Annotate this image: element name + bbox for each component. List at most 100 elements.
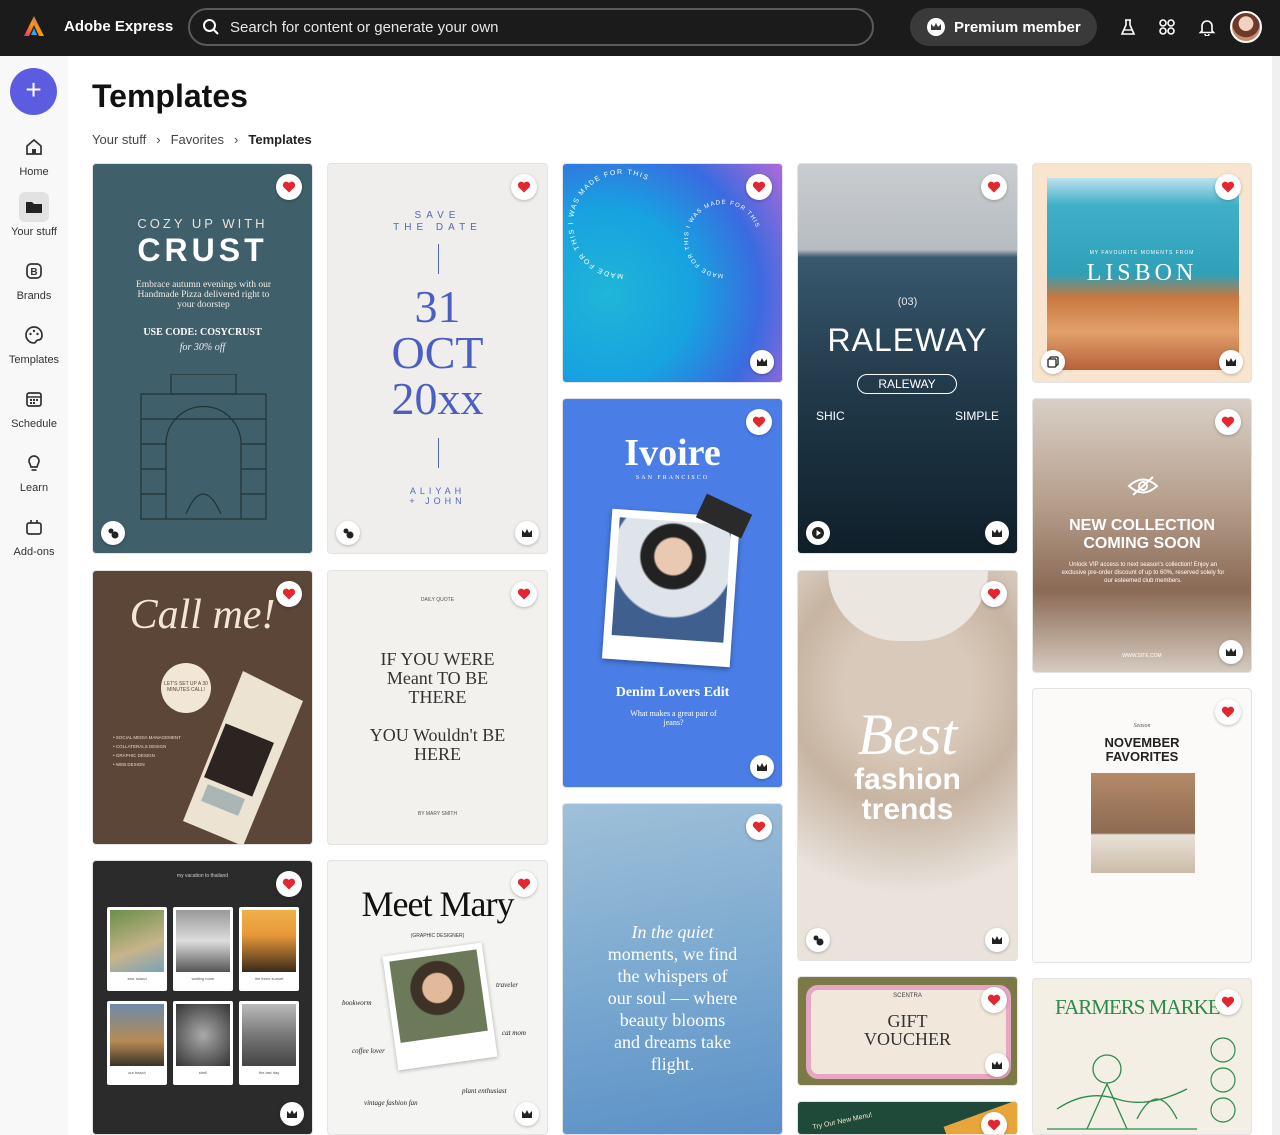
photo-caption: shell <box>198 1070 208 1075</box>
photo-frame: the last day <box>239 1001 299 1085</box>
ivoire-body: What makes a great pair of jeans? <box>630 709 717 727</box>
addons-icon <box>19 512 49 542</box>
save-name2: + JOHN <box>409 496 466 506</box>
search-placeholder: Search for content or generate your own <box>230 18 499 36</box>
template-card-raleway[interactable]: (03) RALEWAY RALEWAY SHIC SIMPLE <box>797 163 1018 554</box>
template-card-lisbon[interactable]: MY FAVOURITE MOMENTS FROM LISBON <box>1032 163 1252 383</box>
photo-caption: sea. island <box>127 976 147 981</box>
bell-icon[interactable] <box>1196 16 1218 38</box>
favorite-heart-button[interactable] <box>746 814 772 840</box>
favorite-heart-button[interactable] <box>981 1112 1007 1134</box>
november-line2: FAVORITES <box>1105 749 1179 764</box>
svg-text:B: B <box>30 267 37 278</box>
quote-line5: HERE <box>414 744 461 764</box>
heart-icon <box>987 588 1001 600</box>
sidebar-item-templates[interactable]: Templates <box>0 320 68 366</box>
favorite-heart-button[interactable] <box>746 409 772 435</box>
favorite-heart-button[interactable] <box>746 174 772 200</box>
apps-grid-icon[interactable] <box>1156 16 1178 38</box>
sidebar-label-learn: Learn <box>19 482 49 494</box>
adobe-express-logo[interactable] <box>22 14 46 38</box>
favorite-heart-button[interactable] <box>1215 699 1241 725</box>
template-card-thailand[interactable]: my vacation to thailand sea. island wait… <box>92 860 313 1135</box>
flask-icon[interactable] <box>1117 16 1139 38</box>
template-card-farmers-market[interactable]: FARMERS MARKET <box>1032 978 1252 1135</box>
save-month: OCT <box>391 327 484 378</box>
sidebar-item-home[interactable]: Home <box>0 132 68 178</box>
favorite-heart-button[interactable] <box>276 871 302 897</box>
photo-frame: waiting room <box>173 907 233 991</box>
quiet-line6: and dreams take <box>614 1032 731 1052</box>
search-icon <box>203 19 219 35</box>
sidebar-item-brands[interactable]: B Brands <box>0 256 68 302</box>
template-card-made-for-this[interactable]: MADE FOR THIS I WAS MADE FOR THIS MADE FO… <box>562 163 783 383</box>
premium-crown-badge-icon <box>515 1102 539 1126</box>
premium-crown-badge-icon <box>985 1053 1009 1077</box>
chevron-right-icon: › <box>234 132 239 147</box>
favorite-heart-button[interactable] <box>511 174 537 200</box>
template-card-new-menu[interactable]: Try Our New Menu! <box>797 1101 1018 1135</box>
heart-icon <box>282 181 296 193</box>
app-name[interactable]: Adobe Express <box>64 18 173 35</box>
sidebar-item-add-ons[interactable]: Add-ons <box>0 512 68 558</box>
favorite-heart-button[interactable] <box>511 871 537 897</box>
user-avatar[interactable] <box>1230 11 1262 43</box>
premium-member-button[interactable]: Premium member <box>910 8 1097 46</box>
favorite-heart-button[interactable] <box>276 174 302 200</box>
divider <box>438 438 439 468</box>
quote-line4: YOU Wouldn't BE <box>369 725 506 745</box>
premium-label: Premium member <box>954 18 1081 36</box>
heart-icon <box>987 1119 1001 1131</box>
chevron-right-icon: › <box>156 132 161 147</box>
photo-frame: our beach <box>107 1001 167 1085</box>
breadcrumb-favorites[interactable]: Favorites <box>171 132 224 147</box>
breadcrumb-your-stuff[interactable]: Your stuff <box>92 132 146 147</box>
newcoll-line2: COMING SOON <box>1083 535 1201 552</box>
divider <box>438 244 439 274</box>
sidebar-label-add-ons: Add-ons <box>13 546 55 558</box>
favorite-heart-button[interactable] <box>981 581 1007 607</box>
template-card-fashion-trends[interactable]: Best fashion trends <box>797 570 1018 961</box>
newcoll-body: Unlock VIP access to next season's colle… <box>1061 562 1225 584</box>
mary-tag: coffee lover <box>352 1047 385 1055</box>
photo-caption: the last day <box>258 1070 280 1075</box>
favorite-heart-button[interactable] <box>981 174 1007 200</box>
raleway-pill: RALEWAY <box>857 374 957 394</box>
template-card-gift-voucher[interactable]: SCENTRA GIFT VOUCHER <box>797 976 1018 1086</box>
template-card-crust[interactable]: COZY UP WITH CRUST Embrace autumn evenin… <box>92 163 313 554</box>
video-play-badge-icon <box>806 521 830 545</box>
template-card-november-favorites[interactable]: Season NOVEMBER FAVORITES <box>1032 688 1252 963</box>
save-line2: THE DATE <box>393 222 482 233</box>
search-input[interactable]: Search for content or generate your own <box>188 8 874 46</box>
template-card-call-me[interactable]: Call me! LET'S SET UP A 30 MINUTES CALL!… <box>92 570 313 845</box>
create-button[interactable]: + <box>10 68 57 115</box>
sidebar-item-your-stuff[interactable]: Your stuff <box>0 192 68 238</box>
template-card-daily-quote[interactable]: DAILY QUOTE IF YOU WERE Meant TO BE THER… <box>327 570 548 845</box>
left-sidebar: + Home Your stuff B Brands Templates Sche… <box>0 56 68 1135</box>
favorite-heart-button[interactable] <box>511 581 537 607</box>
svg-text:MADE FOR THIS I WAS MADE FOR T: MADE FOR THIS I WAS MADE FOR THIS <box>684 200 760 278</box>
scrollbar[interactable] <box>1272 56 1280 1135</box>
template-card-new-collection[interactable]: NEW COLLECTION COMING SOON Unlock VIP ac… <box>1032 398 1252 673</box>
template-card-quiet-moments[interactable]: In the quiet moments, we find the whispe… <box>562 803 783 1135</box>
fashion-word3: trends <box>861 793 954 826</box>
circular-text: MADE FOR THIS I WAS MADE FOR THIS <box>684 200 759 278</box>
template-card-save-the-date[interactable]: SAVE THE DATE 31 OCT 20xx ALIYAH + JOHN <box>327 163 548 554</box>
favorite-heart-button[interactable] <box>1215 989 1241 1015</box>
favorite-heart-button[interactable] <box>1215 409 1241 435</box>
ivoire-title: Ivoire <box>624 432 721 474</box>
crust-code: USE CODE: COSYCRUST <box>143 327 262 338</box>
callme-service: • SOCIAL MEDIA MANAGEMENT <box>113 735 181 740</box>
favorite-heart-button[interactable] <box>981 987 1007 1013</box>
favorite-heart-button[interactable] <box>1215 174 1241 200</box>
heart-icon <box>517 181 531 193</box>
sidebar-item-learn[interactable]: Learn <box>0 448 68 494</box>
sidebar-label-templates: Templates <box>8 354 60 366</box>
raleway-number: (03) <box>897 296 918 308</box>
template-card-ivoire[interactable]: Ivoire SAN FRANCISCO Denim Lovers Edit W… <box>562 398 783 788</box>
sidebar-item-schedule[interactable]: Schedule <box>0 384 68 430</box>
voucher-line2: VOUCHER <box>863 1029 951 1049</box>
favorite-heart-button[interactable] <box>276 581 302 607</box>
template-card-meet-mary[interactable]: Meet Mary (GRAPHIC DESIGNER) bookworm tr… <box>327 860 548 1135</box>
raleway-left: SHIC <box>816 409 845 423</box>
